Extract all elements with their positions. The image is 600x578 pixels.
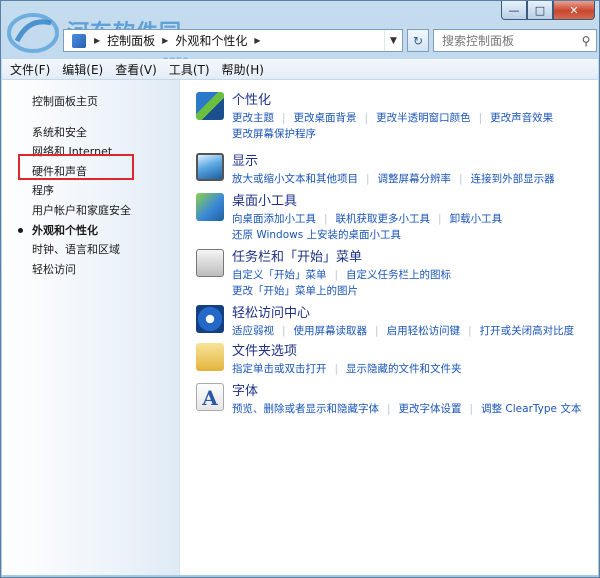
- category-title-fonts[interactable]: 字体: [232, 383, 598, 401]
- task-link[interactable]: 调整 ClearType 文本: [481, 401, 581, 417]
- link-separator: |: [387, 403, 391, 415]
- link-separator: |: [324, 213, 328, 225]
- category-fonts: A 字体 预览、删除或者显示和隐藏字体 | 更改字体设置 | 调整 ClearType 文本: [196, 383, 598, 417]
- address-dropdown-icon[interactable]: ▼: [384, 30, 402, 51]
- sidebar-item-appearance[interactable]: 外观和个性化: [18, 221, 179, 241]
- sidebar-item-user-accounts[interactable]: 用户帐户和家庭安全: [32, 201, 179, 221]
- task-link[interactable]: 更改声音效果: [490, 110, 553, 126]
- menu-file[interactable]: 文件(F): [10, 61, 50, 78]
- fonts-icon[interactable]: A: [196, 383, 224, 411]
- category-folder: 文件夹选项 指定单击或双击打开 | 显示隐藏的文件和文件夹: [196, 343, 598, 377]
- task-link[interactable]: 卸载小工具: [450, 211, 503, 227]
- watermark-logo-icon: [7, 13, 59, 53]
- task-link[interactable]: 指定单击或双击打开: [232, 361, 327, 377]
- sidebar-item-ease-of-access[interactable]: 轻松访问: [32, 260, 179, 280]
- task-link[interactable]: 打开或关闭高对比度: [480, 323, 575, 339]
- breadcrumb-arrow-icon[interactable]: ▶: [90, 36, 104, 45]
- task-link[interactable]: 更改「开始」菜单上的图片: [232, 283, 358, 299]
- link-separator: |: [366, 173, 370, 185]
- client-area: 控制面板主页 系统和安全 网络和 Internet 硬件和声音 程序 用户帐户和…: [2, 80, 598, 575]
- navigation-bar: ▶ 控制面板 ▶ 外观和个性化 ▶ ▼ ↻ 搜索控制面板 ⚲: [63, 29, 597, 53]
- display-icon[interactable]: [196, 153, 224, 181]
- address-bar[interactable]: ▶ 控制面板 ▶ 外观和个性化 ▶ ▼: [63, 29, 403, 52]
- task-link[interactable]: 显示隐藏的文件和文件夹: [346, 361, 462, 377]
- sidebar: 控制面板主页 系统和安全 网络和 Internet 硬件和声音 程序 用户帐户和…: [2, 80, 180, 575]
- task-link[interactable]: 向桌面添加小工具: [232, 211, 316, 227]
- task-link[interactable]: 还原 Windows 上安装的桌面小工具: [232, 227, 401, 243]
- task-link[interactable]: 更改桌面背景: [294, 110, 357, 126]
- caption-buttons: — □ ✕: [501, 1, 595, 21]
- link-separator: |: [469, 403, 474, 415]
- breadcrumb-arrow-icon[interactable]: ▶: [158, 36, 172, 45]
- maximize-button[interactable]: □: [527, 1, 553, 20]
- link-separator: |: [459, 173, 463, 185]
- search-box[interactable]: 搜索控制面板 ⚲: [433, 29, 597, 52]
- category-gadgets: 桌面小工具 向桌面添加小工具 | 联机获取更多小工具 | 卸载小工具还原 Windows …: [196, 193, 598, 243]
- task-link[interactable]: 自定义「开始」菜单: [232, 267, 327, 283]
- task-link[interactable]: 联机获取更多小工具: [336, 211, 431, 227]
- search-icon[interactable]: ⚲: [576, 34, 596, 48]
- sidebar-item-programs[interactable]: 程序: [32, 181, 179, 201]
- refresh-icon: ↻: [412, 33, 424, 48]
- task-link[interactable]: 连接到外部显示器: [471, 171, 555, 187]
- desktop-gadgets-icon[interactable]: [196, 193, 224, 221]
- link-separator: |: [478, 112, 483, 124]
- breadcrumb-arrow-icon[interactable]: ▶: [250, 36, 264, 45]
- menu-help[interactable]: 帮助(H): [222, 61, 264, 78]
- task-link[interactable]: 使用屏幕读取器: [294, 323, 368, 339]
- category-display: 显示 放大或缩小文本和其他项目 | 调整屏幕分辨率 | 连接到外部显示器: [196, 153, 598, 187]
- category-list: 个性化 更改主题 | 更改桌面背景 | 更改半透明窗口颜色 | 更改声音效果更改屏幕保护程序显…: [180, 80, 598, 575]
- menu-view[interactable]: 查看(V): [115, 61, 157, 78]
- ease-of-access-icon[interactable]: [196, 305, 224, 333]
- task-link[interactable]: 自定义任务栏上的图标: [346, 267, 451, 283]
- minimize-button[interactable]: —: [501, 1, 527, 20]
- link-separator: |: [468, 325, 472, 337]
- category-personalization: 个性化 更改主题 | 更改桌面背景 | 更改半透明窗口颜色 | 更改声音效果更改屏幕保护程序: [196, 92, 598, 142]
- category-title-taskbar[interactable]: 任务栏和「开始」菜单: [232, 249, 598, 267]
- highlight-box: [18, 154, 134, 180]
- task-link[interactable]: 调整屏幕分辨率: [378, 171, 452, 187]
- task-link[interactable]: 更改屏幕保护程序: [232, 126, 316, 142]
- link-separator: |: [334, 269, 339, 281]
- task-link[interactable]: 放大或缩小文本和其他项目: [232, 171, 358, 187]
- category-ease: 轻松访问中心 适应弱视 | 使用屏幕读取器 | 启用轻松访问键 | 打开或关闭高对比度: [196, 305, 598, 339]
- task-link[interactable]: 更改主题: [232, 110, 274, 126]
- breadcrumb-appearance[interactable]: 外观和个性化: [172, 32, 250, 49]
- menu-edit[interactable]: 编辑(E): [62, 61, 103, 78]
- link-separator: |: [438, 213, 442, 225]
- personalization-icon[interactable]: [196, 92, 224, 120]
- category-taskbar: 任务栏和「开始」菜单 自定义「开始」菜单 | 自定义任务栏上的图标 更改「开始」菜单上的…: [196, 249, 598, 299]
- link-separator: |: [282, 112, 286, 124]
- sidebar-item-system-security[interactable]: 系统和安全: [32, 123, 179, 143]
- link-separator: |: [364, 112, 369, 124]
- sidebar-item-clock-language[interactable]: 时钟、语言和区域: [32, 240, 179, 260]
- link-separator: |: [375, 325, 379, 337]
- control-panel-icon: [72, 33, 86, 48]
- sidebar-home-link[interactable]: 控制面板主页: [32, 92, 179, 112]
- link-separator: |: [334, 363, 339, 375]
- control-panel-window: 河东软件园 www.pc0359.cn — □ ✕ ▶ 控制面板 ▶ 外观和个性…: [0, 0, 600, 578]
- menu-tools[interactable]: 工具(T): [169, 61, 210, 78]
- category-title-gadgets[interactable]: 桌面小工具: [232, 193, 598, 211]
- task-link[interactable]: 启用轻松访问键: [387, 323, 461, 339]
- folder-options-icon[interactable]: [196, 343, 224, 371]
- task-link[interactable]: 更改半透明窗口颜色: [376, 110, 471, 126]
- link-separator: |: [282, 325, 286, 337]
- task-link[interactable]: 适应弱视: [232, 323, 274, 339]
- search-input[interactable]: 搜索控制面板: [442, 32, 514, 49]
- task-link[interactable]: 预览、删除或者显示和隐藏字体: [232, 401, 379, 417]
- category-title-display[interactable]: 显示: [232, 153, 598, 171]
- breadcrumb-control-panel[interactable]: 控制面板: [104, 32, 158, 49]
- category-title-personalization[interactable]: 个性化: [232, 92, 598, 110]
- category-title-ease[interactable]: 轻松访问中心: [232, 305, 598, 323]
- menu-bar: 文件(F) 编辑(E) 查看(V) 工具(T) 帮助(H): [2, 59, 598, 79]
- category-title-folder[interactable]: 文件夹选项: [232, 343, 598, 361]
- close-button[interactable]: ✕: [553, 1, 595, 20]
- taskbar-icon[interactable]: [196, 249, 224, 277]
- task-link[interactable]: 更改字体设置: [399, 401, 462, 417]
- refresh-button[interactable]: ↻: [407, 29, 429, 52]
